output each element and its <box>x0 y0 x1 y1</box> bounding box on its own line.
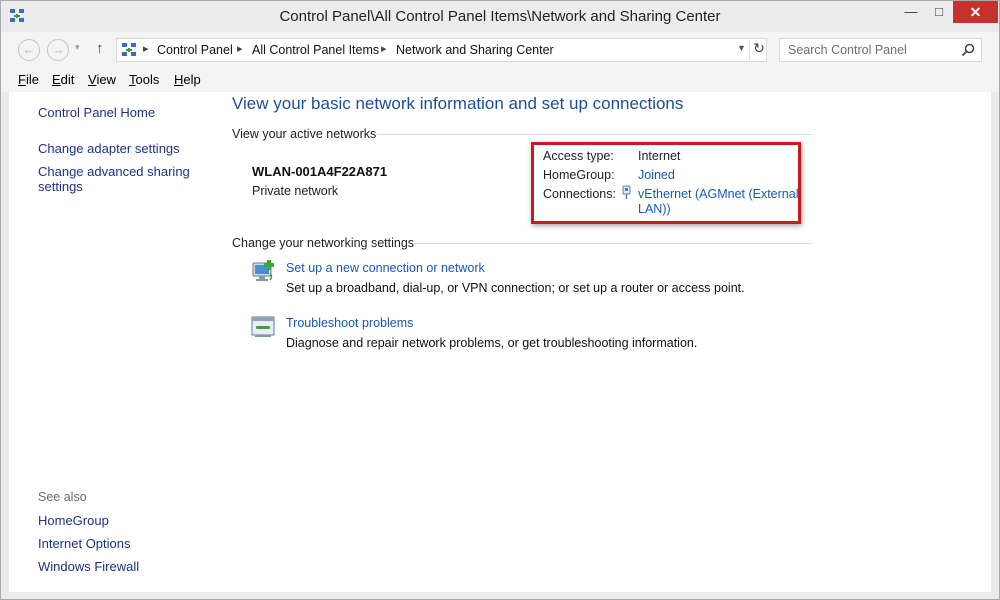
navigation-bar: ← → ▾ ↑ ▸ Control Panel ▸ All Control Pa… <box>1 32 999 67</box>
content-area: Control Panel Home Change adapter settin… <box>9 92 991 592</box>
menu-view[interactable]: View <box>88 72 116 87</box>
troubleshoot-icon <box>251 316 275 337</box>
breadcrumb-control-panel[interactable]: Control Panel <box>157 43 233 57</box>
sidebar-link-change-adapter-settings[interactable]: Change adapter settings <box>38 141 180 156</box>
search-box[interactable] <box>779 38 982 62</box>
setup-connection-link[interactable]: Set up a new connection or network <box>286 261 485 275</box>
close-button[interactable]: ✕ <box>953 1 998 23</box>
title-bar: Control Panel\All Control Panel Items\Ne… <box>1 1 999 32</box>
setup-connection-description: Set up a broadband, dial-up, or VPN conn… <box>286 281 745 295</box>
new-connection-icon <box>252 260 274 281</box>
change-settings-header: Change your networking settings <box>232 236 415 250</box>
menu-help[interactable]: Help <box>174 72 201 87</box>
page-title: View your basic network information and … <box>232 94 684 113</box>
section-divider <box>377 134 812 135</box>
troubleshoot-problems-link[interactable]: Troubleshoot problems <box>286 316 413 330</box>
forward-button[interactable]: → <box>47 39 69 61</box>
up-button[interactable]: ↑ <box>96 40 104 57</box>
breadcrumb-separator-icon[interactable]: ▸ <box>381 42 387 55</box>
highlight-annotation-box <box>531 142 801 224</box>
window-title: Control Panel\All Control Panel Items\Ne… <box>279 8 721 25</box>
recent-locations-chevron-icon[interactable]: ▾ <box>75 42 80 53</box>
menu-bar: File Edit View Tools Help <box>1 67 999 92</box>
maximize-button[interactable]: □ <box>926 1 952 23</box>
network-type-link[interactable]: Private network <box>252 184 338 198</box>
see-also-internet-options[interactable]: Internet Options <box>38 536 131 551</box>
back-button[interactable]: ← <box>18 39 40 61</box>
control-panel-icon <box>122 43 136 56</box>
sidebar-link-control-panel-home[interactable]: Control Panel Home <box>38 105 155 120</box>
see-also-windows-firewall[interactable]: Windows Firewall <box>38 559 139 574</box>
refresh-button[interactable]: ↻ <box>749 40 768 60</box>
active-networks-header: View your active networks <box>232 127 377 141</box>
breadcrumb-all-items[interactable]: All Control Panel Items <box>252 43 379 57</box>
troubleshoot-description: Diagnose and repair network problems, or… <box>286 336 698 350</box>
see-also-homegroup[interactable]: HomeGroup <box>38 513 109 528</box>
window: Control Panel\All Control Panel Items\Ne… <box>0 0 1000 600</box>
menu-file[interactable]: File <box>18 72 39 87</box>
menu-tools[interactable]: Tools <box>129 72 159 87</box>
minimize-button[interactable]: — <box>896 1 926 23</box>
breadcrumb-separator-icon[interactable]: ▸ <box>143 42 149 55</box>
section-divider <box>414 243 812 244</box>
sidebar-link-change-advanced-sharing[interactable]: Change advanced sharing settings <box>38 164 198 194</box>
menu-edit[interactable]: Edit <box>52 72 74 87</box>
breadcrumb-separator-icon[interactable]: ▸ <box>237 42 243 55</box>
search-input[interactable] <box>780 39 976 61</box>
search-icon[interactable] <box>961 43 975 57</box>
see-also-label: See also <box>38 490 87 504</box>
address-dropdown-icon[interactable]: ▼ <box>737 43 746 53</box>
address-bar[interactable]: ▸ Control Panel ▸ All Control Panel Item… <box>116 38 767 62</box>
network-name: WLAN-001A4F22A871 <box>252 164 388 179</box>
breadcrumb-network-sharing[interactable]: Network and Sharing Center <box>396 43 554 57</box>
